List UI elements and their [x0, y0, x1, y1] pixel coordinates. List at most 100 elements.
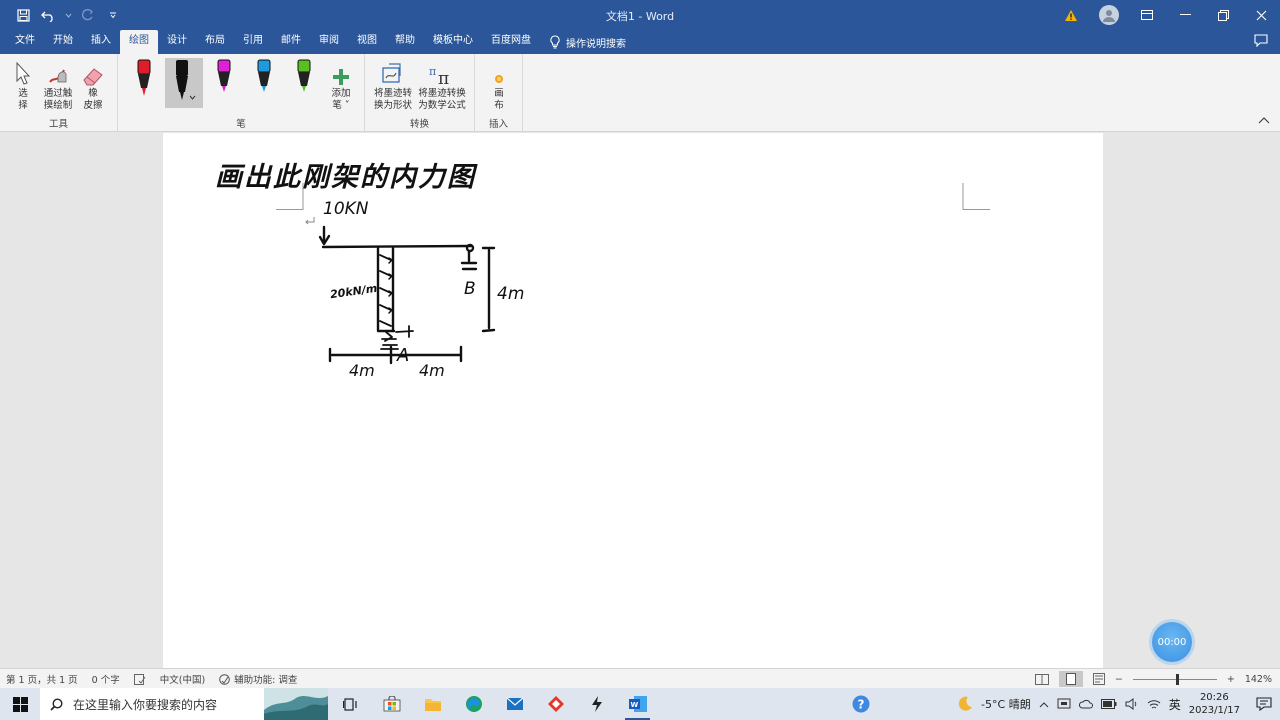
canvas-label: 画 布 — [494, 88, 504, 111]
tab-help[interactable]: 帮助 — [386, 30, 424, 54]
taskbar: 在这里输入你要搜索的内容 W ? -5°C 晴朗 英 20:26 2023/1/… — [0, 688, 1280, 720]
tab-view[interactable]: 视图 — [348, 30, 386, 54]
help-icon[interactable]: ? — [851, 694, 871, 714]
web-layout-icon[interactable] — [1092, 673, 1105, 685]
clock-date: 2023/1/17 — [1188, 705, 1240, 716]
account-button[interactable] — [1090, 0, 1128, 30]
comments-icon[interactable] — [1254, 34, 1268, 50]
language-indicator[interactable]: 中文(中国) — [160, 672, 205, 686]
minimize-button[interactable] — [1166, 0, 1204, 30]
tools-group-label: 工具 — [48, 119, 68, 130]
svg-text:π: π — [438, 69, 449, 86]
canvas-button[interactable]: 画 布 — [489, 58, 509, 112]
pen-red[interactable] — [125, 58, 163, 108]
ink-to-math-button[interactable]: ππ 将墨迹转换 为数学公式 — [417, 58, 467, 112]
print-layout-icon[interactable] — [1058, 671, 1083, 687]
tell-me-search[interactable]: 操作说明搜索 — [540, 30, 626, 54]
word-count[interactable]: 0 个字 — [92, 672, 120, 686]
ink-to-math-icon: ππ — [429, 65, 449, 86]
tab-insert[interactable]: 插入 — [82, 30, 120, 54]
close-button[interactable] — [1242, 0, 1280, 30]
tab-layout[interactable]: 布局 — [196, 30, 234, 54]
taskbar-search-input[interactable]: 在这里输入你要搜索的内容 — [40, 688, 328, 720]
file-explorer-icon[interactable] — [412, 688, 453, 720]
insert-group-label: 插入 — [488, 119, 508, 130]
zoom-slider[interactable] — [1132, 673, 1217, 685]
mail-icon[interactable] — [494, 688, 535, 720]
weather-text[interactable]: -5°C 晴朗 — [981, 696, 1031, 712]
add-pen-label: 添加 笔 ˅ — [331, 88, 351, 111]
windows-start-icon[interactable] — [0, 688, 40, 720]
pen-icon — [257, 59, 271, 92]
support-a — [380, 331, 399, 350]
undo-icon[interactable] — [38, 5, 60, 25]
support-a-label: A — [397, 345, 410, 366]
status-bar: 第 1 页，共 1 页 0 个字 中文(中国) 辅助功能: 调查 − + 142… — [0, 668, 1280, 688]
quick-access-toolbar — [12, 5, 124, 25]
tab-file[interactable]: 文件 — [6, 30, 44, 54]
ink-to-shape-label: 将墨迹转 换为形状 — [373, 88, 412, 111]
pen-blue[interactable] — [245, 58, 283, 108]
proofing-icon[interactable] — [133, 673, 146, 685]
recording-timer[interactable]: 00:00 — [1152, 622, 1192, 662]
pen-magenta[interactable] — [205, 58, 243, 108]
zoom-level[interactable]: 142% — [1245, 674, 1272, 685]
plus-icon — [333, 69, 349, 85]
red-app-icon[interactable] — [535, 688, 576, 720]
weather-moon-icon[interactable] — [957, 696, 973, 712]
tab-mailings[interactable]: 邮件 — [272, 30, 310, 54]
wifi-icon[interactable] — [1147, 698, 1161, 710]
accessibility-status[interactable]: 辅助功能: 调查 — [219, 672, 297, 686]
pen-green[interactable] — [285, 58, 323, 108]
tray-app-icon[interactable] — [1057, 698, 1071, 710]
collapse-ribbon-icon[interactable] — [1258, 116, 1270, 127]
notification-icon[interactable] — [1256, 697, 1272, 711]
onedrive-icon[interactable] — [1078, 698, 1093, 710]
tab-draw[interactable]: 绘图 — [120, 30, 158, 54]
ink-to-shape-button[interactable]: 将墨迹转 换为形状 — [371, 58, 415, 112]
zoom-in-button[interactable]: + — [1227, 674, 1235, 685]
add-pen-button[interactable]: 添加 笔 ˅ — [326, 58, 356, 112]
touch-draw-icon — [49, 69, 67, 83]
pens-group-label: 笔 — [236, 119, 246, 130]
document-page[interactable]: 画出此刚架的内力图 10KN 20kN/m B A 4m 4m 4m — [163, 133, 1103, 668]
battery-icon[interactable] — [1100, 699, 1117, 709]
avatar — [1099, 5, 1119, 25]
task-view-icon[interactable] — [330, 688, 371, 720]
warning-icon[interactable] — [1052, 0, 1090, 30]
lightning-app-icon[interactable] — [576, 688, 617, 720]
redo-icon[interactable] — [76, 5, 98, 25]
select-button[interactable]: 选 择 — [12, 58, 34, 112]
tab-review[interactable]: 审阅 — [310, 30, 348, 54]
page-count[interactable]: 第 1 页，共 1 页 — [6, 672, 78, 686]
edge-browser-icon[interactable] — [453, 688, 494, 720]
tab-design[interactable]: 设计 — [158, 30, 196, 54]
title-bar: 文档1 - Word — [0, 0, 1280, 30]
ime-indicator[interactable]: 英 — [1169, 696, 1181, 713]
tab-template-center[interactable]: 模板中心 — [424, 30, 482, 54]
insert-group: 画 布 插入 — [475, 54, 523, 132]
clock[interactable]: 20:26 2023/1/17 — [1189, 691, 1240, 717]
save-icon[interactable] — [12, 5, 34, 25]
pens-group: 添加 笔 ˅ 笔 — [118, 54, 365, 132]
tab-baidu-netdisk[interactable]: 百度网盘 — [482, 30, 540, 54]
zoom-slider-thumb[interactable] — [1175, 673, 1179, 685]
zoom-out-button[interactable]: − — [1115, 674, 1123, 685]
customize-toolbar-icon[interactable] — [102, 5, 124, 25]
eraser-button[interactable]: 橡 皮擦 — [80, 58, 106, 112]
ribbon-display-options-icon[interactable] — [1128, 0, 1166, 30]
undo-dropdown-icon[interactable] — [64, 5, 72, 25]
support-b-label: B — [464, 279, 476, 299]
store-icon[interactable] — [371, 688, 412, 720]
restore-button[interactable] — [1204, 0, 1242, 30]
word-app-icon[interactable]: W — [617, 688, 658, 720]
chevron-up-icon[interactable] — [1039, 701, 1049, 708]
pen-black[interactable] — [165, 58, 203, 108]
search-highlight-image — [264, 688, 328, 720]
frame-sketch — [318, 225, 496, 365]
tab-references[interactable]: 引用 — [234, 30, 272, 54]
volume-icon[interactable] — [1125, 698, 1139, 710]
focus-mode-icon[interactable] — [1034, 673, 1049, 685]
touch-draw-button[interactable]: 通过触 摸绘制 — [40, 58, 76, 112]
tab-home[interactable]: 开始 — [44, 30, 82, 54]
